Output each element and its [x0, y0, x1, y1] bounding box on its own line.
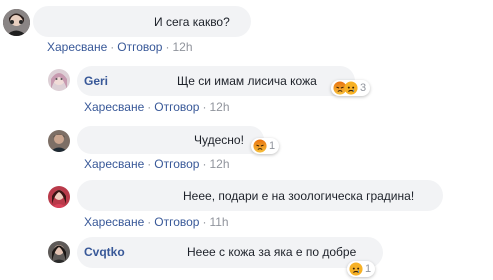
comment-bubble: Geri Ще си имам лисича кожа — [77, 66, 355, 96]
like-link[interactable]: Харесване — [84, 215, 144, 229]
comment-text: Неее с кожа за яка е по добре — [187, 245, 357, 259]
separator: · — [147, 157, 152, 171]
separator: · — [110, 40, 115, 54]
reaction-summary[interactable]: 1 — [251, 138, 280, 154]
timestamp[interactable]: 12h — [172, 40, 192, 54]
separator: · — [202, 215, 207, 229]
comment-author[interactable]: Cvqtko — [84, 245, 125, 259]
like-link[interactable]: Харесване — [84, 100, 144, 114]
comment-bubble: Неее, подари е на зоологическа градина! — [77, 180, 443, 211]
angry-reaction-icon — [253, 139, 267, 153]
reply-link[interactable]: Отговор — [154, 157, 199, 171]
comment-text: Ще си имам лисича кожа — [177, 74, 317, 88]
reply-link[interactable]: Отговор — [154, 100, 199, 114]
comment-thread: И сега какво? Харесване · Отговор · 12h Geri… — [0, 0, 493, 280]
comment-actions: Харесване · Отговор · 12h — [84, 157, 230, 171]
comment-actions: Харесване · Отговор · 12h — [47, 40, 193, 54]
timestamp[interactable]: 12h — [209, 100, 229, 114]
comment-actions: Харесване · Отговор · 11h — [84, 215, 229, 229]
separator: · — [147, 215, 152, 229]
avatar[interactable] — [48, 69, 70, 91]
separator: · — [202, 157, 207, 171]
separator: · — [202, 100, 207, 114]
comment-bubble: Cvqtko Неее с кожа за яка е по добре — [77, 237, 383, 268]
comment-text: Неее, подари е на зоологическа градина! — [183, 189, 415, 203]
avatar[interactable] — [48, 241, 70, 263]
comment-text: И сега какво? — [154, 15, 230, 29]
reaction-summary[interactable]: 3 — [331, 80, 371, 96]
reply-link[interactable]: Отговор — [117, 40, 162, 54]
comment-text: Чудесно! — [194, 133, 244, 147]
like-link[interactable]: Харесване — [47, 40, 107, 54]
avatar[interactable] — [48, 186, 70, 208]
comment-actions: Харесване · Отговор · 12h — [84, 100, 230, 114]
separator: · — [147, 100, 152, 114]
reaction-count: 3 — [360, 82, 367, 94]
avatar[interactable] — [3, 9, 30, 36]
reaction-summary[interactable]: 1 — [347, 261, 376, 277]
separator: · — [165, 40, 170, 54]
reaction-count: 1 — [365, 263, 372, 275]
comment-author[interactable]: Geri — [84, 74, 108, 88]
avatar[interactable] — [48, 130, 70, 152]
like-link[interactable]: Харесване — [84, 157, 144, 171]
comment-bubble: И сега какво? — [33, 6, 251, 37]
comment-bubble: Чудесно! — [77, 126, 264, 154]
reply-link[interactable]: Отговор — [154, 215, 199, 229]
sad-reaction-icon — [344, 81, 358, 95]
timestamp[interactable]: 12h — [209, 157, 229, 171]
sad-reaction-icon — [349, 262, 363, 276]
reaction-count: 1 — [269, 140, 276, 152]
timestamp[interactable]: 11h — [209, 215, 228, 229]
